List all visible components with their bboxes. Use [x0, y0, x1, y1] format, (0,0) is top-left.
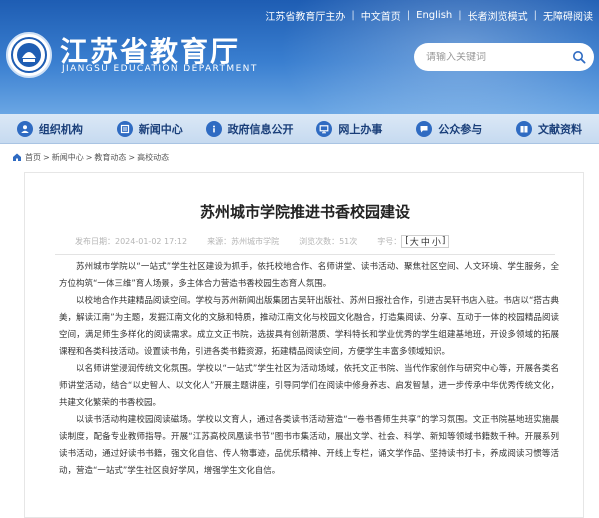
breadcrumb-separator: > — [128, 152, 136, 162]
view-count: 51次 — [339, 236, 358, 246]
breadcrumb-education-news[interactable]: 教育动态 — [94, 152, 126, 163]
nav-item-documents[interactable]: 文献资料 — [499, 120, 599, 137]
font-size-large[interactable]: 大 — [409, 235, 420, 248]
font-size-medium[interactable]: 中 — [420, 235, 431, 248]
nav-label: 公众参与 — [438, 122, 483, 136]
nav-label: 网上办事 — [338, 122, 383, 136]
nav-label: 新闻中心 — [138, 122, 183, 136]
article-body: 苏州城市学院以“一站式”学生社区建设为抓手，依托校地合作、名师讲堂、读书活动、聚… — [59, 259, 559, 480]
search-input[interactable] — [426, 51, 572, 63]
divider: | — [458, 9, 462, 21]
people-icon — [16, 120, 33, 137]
site-subtitle: JIANGSU EDUCATION DEPARTMENT — [62, 64, 258, 74]
top-links: 江苏省教育厅主办 | 中文首页 | English | 长者浏览模式 | 无障碍… — [265, 6, 593, 24]
top-link-sponsor[interactable]: 江苏省教育厅主办 — [265, 8, 345, 23]
breadcrumb-university-news[interactable]: 高校动态 — [137, 152, 169, 163]
nav-item-gov-info[interactable]: 政府信息公开 — [200, 120, 300, 137]
site-header: 江苏省教育厅主办 | 中文首页 | English | 长者浏览模式 | 无障碍… — [0, 0, 599, 114]
monitor-icon — [316, 120, 333, 137]
breadcrumb-home[interactable]: 首页 — [25, 152, 41, 163]
home-icon — [13, 153, 21, 161]
book-icon — [516, 120, 533, 137]
emblem-icon — [11, 37, 47, 73]
breadcrumb-news-center[interactable]: 新闻中心 — [52, 152, 84, 163]
breadcrumb-separator: > — [85, 152, 93, 162]
nav-label: 组织机构 — [38, 122, 83, 136]
publish-date: 2024-01-02 17:12 — [115, 236, 188, 246]
article-paragraph: 苏州城市学院以“一站式”学生社区建设为抓手，依托校地合作、名师讲堂、读书活动、聚… — [59, 262, 559, 289]
divider: | — [351, 9, 355, 21]
font-size-switcher: [大 中 小] — [401, 234, 450, 248]
article-meta: 发布日期： 2024-01-02 17:12 来源： 苏州城市学院 浏览次数： … — [75, 234, 553, 248]
divider: | — [406, 9, 411, 21]
breadcrumb: 首页 > 新闻中心 > 教育动态 > 高校动态 — [12, 150, 169, 164]
top-link-elder-mode[interactable]: 长者浏览模式 — [468, 8, 528, 23]
article-paragraph: 以读书活动构建校园阅读磁场。学校以文育人，通过各类读书活动营造“一卷书香师生共享… — [59, 415, 559, 476]
nav-item-news-center[interactable]: 新闻中心 — [100, 120, 200, 137]
nav-label: 政府信息公开 — [227, 122, 294, 136]
breadcrumb-separator: > — [43, 152, 50, 162]
top-link-chinese-home[interactable]: 中文首页 — [361, 8, 401, 23]
info-icon — [205, 120, 222, 137]
nav-item-public-participation[interactable]: 公众参与 — [399, 120, 499, 137]
chat-icon — [416, 120, 433, 137]
top-link-accessibility[interactable]: 无障碍阅读 — [543, 8, 593, 23]
nav-item-online-services[interactable]: 网上办事 — [299, 120, 399, 137]
font-size-label: 字号： — [377, 236, 402, 246]
emblem-logo[interactable] — [6, 32, 52, 78]
main-nav: 组织机构 新闻中心 政府信息公开 网上办事 公众参与 文献资料 — [0, 114, 599, 144]
source-label: 来源： — [207, 236, 232, 246]
divider: | — [533, 9, 537, 21]
views-label: 浏览次数： — [299, 236, 340, 246]
nav-item-organization[interactable]: 组织机构 — [0, 120, 100, 137]
font-size-small[interactable]: 小 — [431, 235, 442, 248]
search-icon[interactable] — [572, 50, 586, 64]
article-paragraph: 以校地合作共建精品阅读空间。学校与苏州新闻出版集团古吴轩出版社、苏州日报社合作，… — [59, 296, 559, 357]
article-paragraph: 以名师讲堂浸润传统文化氛围。学校以“一站式”学生社区为活动场域，依托文正书院、当… — [59, 364, 559, 408]
source: 苏州城市学院 — [231, 236, 280, 246]
article-panel: 苏州城市学院推进书香校园建设 发布日期： 2024-01-02 17:12 来源… — [24, 172, 584, 518]
nav-label: 文献资料 — [538, 122, 583, 136]
article-title: 苏州城市学院推进书香校园建设 — [199, 203, 410, 221]
news-icon — [116, 120, 133, 137]
search-box — [414, 43, 594, 71]
publish-date-label: 发布日期： — [75, 236, 115, 246]
top-link-english[interactable]: English — [416, 10, 452, 21]
title-divider — [55, 254, 555, 255]
